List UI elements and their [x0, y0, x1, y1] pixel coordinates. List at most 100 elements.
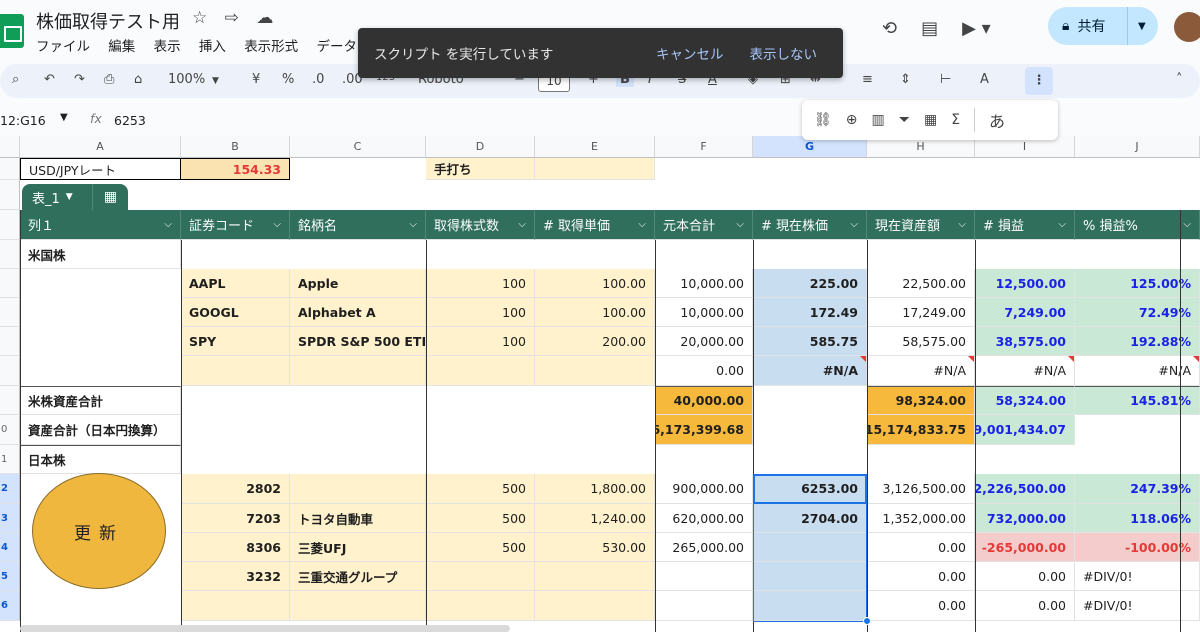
share-quantity[interactable]: 500 — [426, 533, 535, 562]
select-all-corner[interactable] — [0, 136, 20, 158]
stock-code[interactable]: 3232 — [181, 562, 290, 591]
row-header[interactable] — [0, 356, 20, 386]
move-folder-icon[interactable]: ⇨ — [225, 8, 239, 28]
redo-icon[interactable]: ↷ — [74, 72, 85, 87]
rate-label[interactable]: USD/JPYレート — [20, 158, 181, 180]
filter-views-icon[interactable]: ▦ — [924, 112, 937, 128]
profit-loss-percent[interactable]: 118.06% — [1075, 504, 1200, 533]
zoom-chevron-icon[interactable]: ▼ — [212, 76, 219, 86]
column-header-d[interactable]: D — [426, 136, 535, 158]
profit-loss-percent[interactable]: 247.39% — [1075, 474, 1200, 504]
collapse-menus-icon[interactable]: ˄ — [1176, 72, 1183, 87]
column-filter-header[interactable]: # 現在株価 ⌵ — [753, 210, 867, 240]
stock-code[interactable] — [181, 591, 290, 621]
us-total-plp[interactable]: 145.81% — [1075, 386, 1200, 415]
unit-cost[interactable] — [535, 591, 655, 621]
column-header-e[interactable]: E — [535, 136, 655, 158]
current-asset[interactable]: 22,500.00 — [867, 269, 975, 298]
formula-input[interactable]: 6253 — [114, 113, 146, 128]
row-header[interactable] — [0, 180, 20, 210]
table-menu-chevron-icon[interactable]: ▼ — [66, 192, 73, 202]
row-header[interactable]: 2 — [0, 474, 20, 504]
toast-cancel-button[interactable]: キャンセル — [656, 43, 724, 63]
unit-cost[interactable]: 200.00 — [535, 327, 655, 356]
row-header[interactable]: 6 — [0, 591, 20, 621]
menu-view[interactable]: 表示 — [154, 39, 181, 55]
column-header-a[interactable]: A — [20, 136, 181, 158]
stock-code[interactable]: GOOGL — [181, 298, 290, 327]
row-header[interactable] — [0, 158, 20, 180]
currency-format-button[interactable]: ¥ — [252, 72, 260, 87]
column-filter-header[interactable]: 現在資産額 ⌵ — [867, 210, 975, 240]
stock-name[interactable] — [290, 356, 426, 386]
comment-add-icon[interactable]: ⊕ — [846, 112, 858, 128]
row-header[interactable] — [0, 210, 20, 240]
link-icon[interactable]: ⛓ — [814, 112, 832, 128]
table-name-tab[interactable]: 表_1 ▼ ▦ — [22, 184, 128, 210]
stock-name[interactable] — [290, 591, 426, 621]
text-wrap-icon[interactable]: ⊢ — [940, 72, 951, 87]
us-total-principal[interactable]: 40,000.00 — [655, 386, 753, 415]
toast-dismiss-button[interactable]: 表示しない — [750, 43, 818, 63]
stock-code[interactable] — [181, 356, 290, 386]
manual-input-label[interactable]: 手打ち — [426, 158, 535, 180]
us-total-pl[interactable]: 58,324.00 — [975, 386, 1075, 415]
stock-name[interactable]: SPDR S&P 500 ETF — [290, 327, 426, 356]
cloud-status-icon[interactable]: ☁ — [256, 8, 273, 28]
stock-code[interactable]: SPY — [181, 327, 290, 356]
current-price[interactable]: #N/A — [753, 356, 867, 386]
menu-format[interactable]: 表示形式 — [244, 39, 298, 55]
functions-button[interactable]: Σ — [951, 112, 960, 128]
column-filter-header[interactable]: 銘柄名 ⌵ — [290, 210, 426, 240]
text-rotation-icon[interactable]: A — [980, 72, 989, 87]
column-header-j[interactable]: J — [1075, 136, 1200, 158]
profit-loss-percent[interactable]: #DIV/0! — [1075, 591, 1200, 621]
column-header-f[interactable]: F — [655, 136, 753, 158]
current-asset[interactable]: 0.00 — [867, 533, 975, 562]
menu-file[interactable]: ファイル — [36, 39, 90, 55]
current-asset[interactable]: 0.00 — [867, 591, 975, 621]
current-price[interactable]: 225.00 — [753, 269, 867, 298]
unit-cost[interactable]: 100.00 — [535, 269, 655, 298]
unit-cost[interactable]: 530.00 — [535, 533, 655, 562]
current-asset[interactable]: 0.00 — [867, 562, 975, 591]
profit-loss[interactable]: 2,226,500.00 — [975, 474, 1075, 504]
row-header[interactable] — [0, 269, 20, 298]
current-asset[interactable]: 58,575.00 — [867, 327, 975, 356]
print-icon[interactable]: ⎙ — [104, 72, 114, 87]
profit-loss[interactable]: 7,249.00 — [975, 298, 1075, 327]
profit-loss[interactable]: 38,575.00 — [975, 327, 1075, 356]
star-icon[interactable]: ☆ — [192, 8, 207, 28]
principal-total[interactable]: 10,000.00 — [655, 298, 753, 327]
name-box[interactable]: 12:G16 — [0, 113, 46, 128]
chevron-down-icon[interactable]: ⌵ — [164, 219, 172, 230]
column-header-c[interactable]: C — [290, 136, 426, 158]
update-button[interactable]: 更新 — [32, 473, 166, 589]
profit-loss-percent[interactable]: 125.00% — [1075, 269, 1200, 298]
share-quantity[interactable]: 100 — [426, 298, 535, 327]
current-price[interactable]: 172.49 — [753, 298, 867, 327]
table-view-icon[interactable]: ▦ — [92, 184, 128, 210]
share-button[interactable]: 🔒︎ 共有 ▼ — [1048, 7, 1158, 45]
paint-format-icon[interactable]: ⌂ — [134, 72, 142, 87]
chevron-down-icon[interactable]: ⌵ — [850, 219, 858, 230]
percent-format-button[interactable]: % — [282, 72, 294, 87]
unit-cost[interactable]: 1,240.00 — [535, 504, 655, 533]
chevron-down-icon[interactable]: ⌵ — [736, 219, 744, 230]
principal-total[interactable] — [655, 562, 753, 591]
sheet-grid[interactable]: A B C D E F G H I J 0 1 2 3 4 5 6 USD/JPYレート 154.33 手打ち 列１ ⌵ 証… — [0, 136, 1200, 632]
principal-total[interactable]: 265,000.00 — [655, 533, 753, 562]
unit-cost[interactable]: 1,800.00 — [535, 474, 655, 504]
chevron-down-icon[interactable]: ⌵ — [638, 219, 646, 230]
stock-name[interactable]: トヨタ自動車 — [290, 504, 426, 533]
history-icon[interactable]: ⟲ — [882, 18, 897, 39]
column-filter-header[interactable]: % 損益% ⌵ — [1075, 210, 1200, 240]
stock-name[interactable]: Alphabet A — [290, 298, 426, 327]
jpy-total-pl[interactable]: 9,001,434.07 — [975, 415, 1075, 445]
profit-loss-percent[interactable]: 192.88% — [1075, 327, 1200, 356]
decrease-decimal-button[interactable]: .0 — [312, 72, 324, 87]
horizontal-scrollbar[interactable] — [20, 625, 510, 632]
principal-total[interactable]: 900,000.00 — [655, 474, 753, 504]
unit-cost[interactable]: 100.00 — [535, 298, 655, 327]
principal-total[interactable]: 0.00 — [655, 356, 753, 386]
